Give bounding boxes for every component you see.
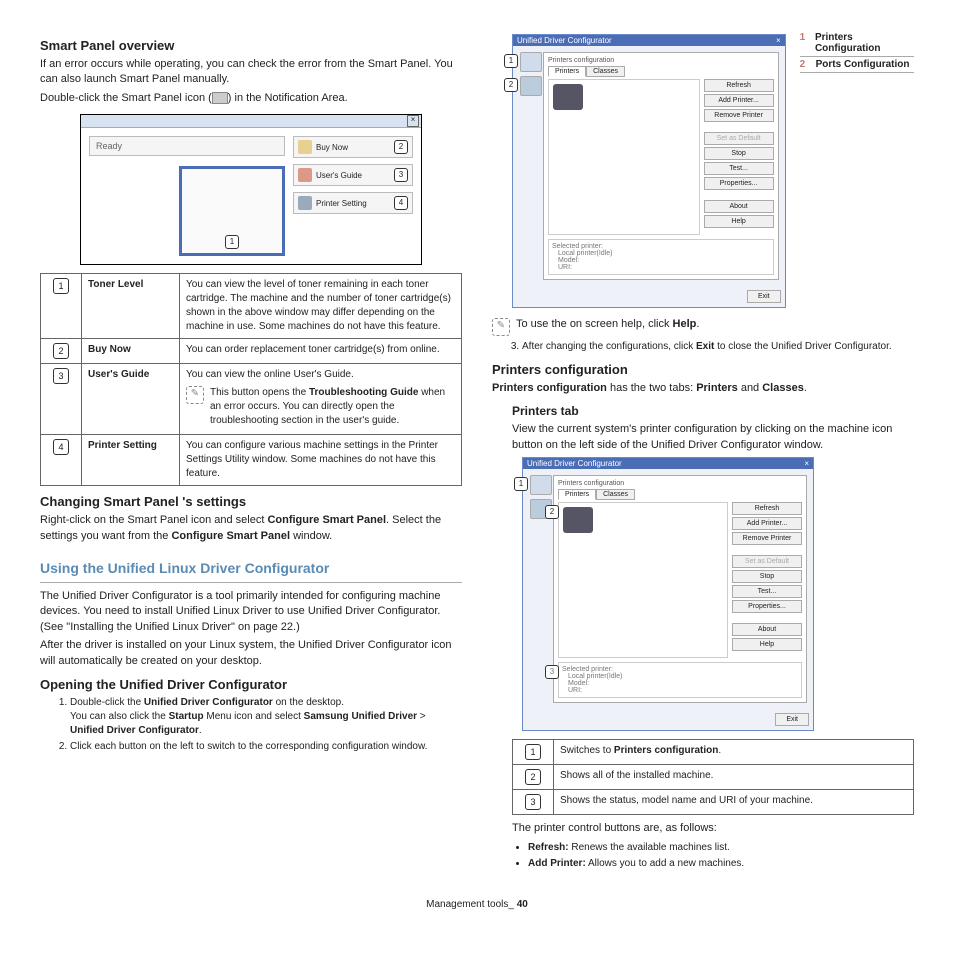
left-column: Smart Panel overview If an error occurs … <box>40 30 462 875</box>
list-item: Add Printer: Allows you to add a new mac… <box>528 857 914 871</box>
buy-now-button[interactable]: Buy Now2 <box>293 136 413 158</box>
list-item: Double-click the Unified Driver Configur… <box>70 696 462 738</box>
page-footer: Management tools_ 40 <box>40 899 914 910</box>
heading-printers-config: Printers configuration <box>492 362 914 377</box>
smart-panel-table: 1Toner LevelYou can view the level of to… <box>40 273 462 486</box>
refresh-button[interactable]: Refresh <box>732 502 802 515</box>
book-icon <box>298 168 312 182</box>
note-icon: ✎ <box>186 386 204 404</box>
tab-classes[interactable]: Classes <box>586 66 625 77</box>
heading-smart-panel: Smart Panel overview <box>40 38 462 53</box>
about-button[interactable]: About <box>732 623 802 636</box>
para: Right-click on the Smart Panel icon and … <box>40 513 462 544</box>
smart-panel-window: × Ready 1 Buy Now2 User's Guide3 Printer… <box>80 114 422 265</box>
para: The printer control buttons are, as foll… <box>512 821 914 836</box>
stop-button[interactable]: Stop <box>732 570 802 583</box>
refresh-button[interactable]: Refresh <box>704 79 774 92</box>
para: Printers configuration has the two tabs:… <box>492 381 914 396</box>
stop-button[interactable]: Stop <box>704 147 774 160</box>
unified-configurator-window-2: Unified Driver Configurator× 1 Printers … <box>522 457 814 731</box>
close-icon[interactable]: × <box>407 115 419 127</box>
unified-configurator-window: Unified Driver Configurator× 1 2 Printer… <box>512 34 786 308</box>
printer-setting-button[interactable]: Printer Setting4 <box>293 192 413 214</box>
set-default-button[interactable]: Set as Default <box>732 555 802 568</box>
exit-button[interactable]: Exit <box>747 290 781 303</box>
steps-list: After changing the configurations, click… <box>492 340 914 354</box>
remove-printer-button[interactable]: Remove Printer <box>704 109 774 122</box>
list-item: After changing the configurations, click… <box>522 340 914 354</box>
heading-printers-tab: Printers tab <box>512 404 914 418</box>
add-printer-button[interactable]: Add Printer... <box>732 517 802 530</box>
steps-list: Double-click the Unified Driver Configur… <box>40 696 462 754</box>
para: The Unified Driver Configurator is a too… <box>40 589 462 635</box>
cart-icon <box>298 140 312 154</box>
para: Double-click the Smart Panel icon () in … <box>40 91 462 106</box>
users-guide-button[interactable]: User's Guide3 <box>293 164 413 186</box>
printers-config-icon[interactable] <box>520 52 542 72</box>
selected-printer-info: 3 Selected printer:Local printer(Idle)Mo… <box>558 662 802 698</box>
para: If an error occurs while operating, you … <box>40 57 462 88</box>
close-icon[interactable]: × <box>776 36 781 45</box>
list-item: Click each button on the left to switch … <box>70 740 462 754</box>
close-icon[interactable]: × <box>804 459 809 468</box>
about-button[interactable]: About <box>704 200 774 213</box>
properties-button[interactable]: Properties... <box>704 177 774 190</box>
heading-changing: Changing Smart Panel 's settings <box>40 494 462 509</box>
tray-icon <box>212 92 228 104</box>
selected-printer-info: Selected printer:Local printer(Idle)Mode… <box>548 239 774 275</box>
heading-opening: Opening the Unified Driver Configurator <box>40 677 462 692</box>
printer-list[interactable] <box>548 79 700 235</box>
printer-list[interactable]: 2 <box>558 502 728 658</box>
add-printer-button[interactable]: Add Printer... <box>704 94 774 107</box>
right-column: Unified Driver Configurator× 1 2 Printer… <box>492 30 914 875</box>
exit-button[interactable]: Exit <box>775 713 809 726</box>
printers-tab-table: 1Switches to Printers configuration. 2Sh… <box>512 739 914 815</box>
tab-printers[interactable]: Printers <box>548 66 586 77</box>
bullet-list: Refresh: Renews the available machines l… <box>492 841 914 871</box>
properties-button[interactable]: Properties... <box>732 600 802 613</box>
test-button[interactable]: Test... <box>704 162 774 175</box>
para: After the driver is installed on your Li… <box>40 638 462 669</box>
tab-classes[interactable]: Classes <box>596 489 635 500</box>
printer-icon <box>298 196 312 210</box>
help-button[interactable]: Help <box>704 215 774 228</box>
legend: 1Printers Configuration 2Ports Configura… <box>800 30 914 75</box>
status-ready: Ready <box>89 136 285 156</box>
ports-config-icon[interactable] <box>520 76 542 96</box>
note-icon: ✎ <box>492 318 510 336</box>
printers-config-icon[interactable] <box>530 475 552 495</box>
printer-preview: 1 <box>179 166 285 256</box>
printer-icon[interactable] <box>563 507 593 533</box>
help-button[interactable]: Help <box>732 638 802 651</box>
heading-using: Using the Unified Linux Driver Configura… <box>40 560 462 576</box>
test-button[interactable]: Test... <box>732 585 802 598</box>
remove-printer-button[interactable]: Remove Printer <box>732 532 802 545</box>
list-item: Refresh: Renews the available machines l… <box>528 841 914 855</box>
set-default-button[interactable]: Set as Default <box>704 132 774 145</box>
printer-icon[interactable] <box>553 84 583 110</box>
para: View the current system's printer config… <box>512 422 914 453</box>
tab-printers[interactable]: Printers <box>558 489 596 500</box>
